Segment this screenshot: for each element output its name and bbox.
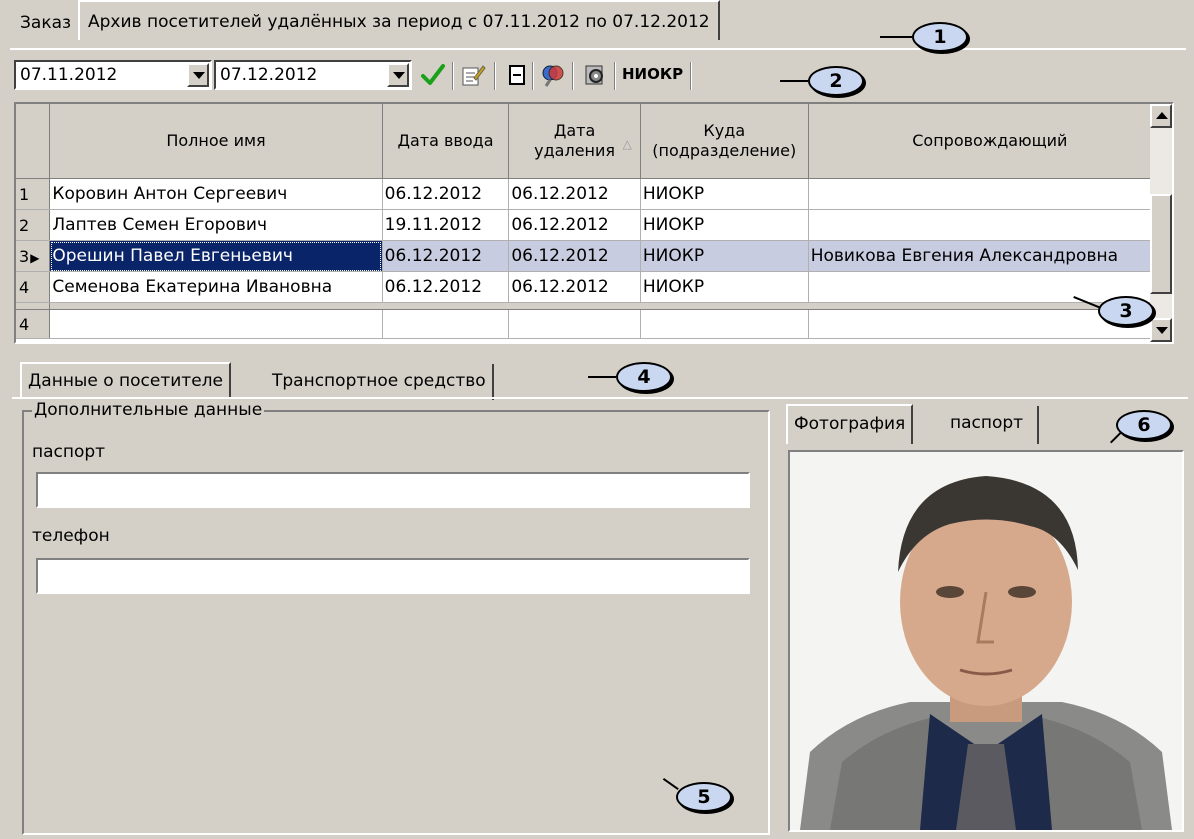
tab-photo[interactable]: Фотография [786, 404, 914, 444]
table-row[interactable]: 1 Коровин Антон Сергеевич 06.12.2012 06.… [16, 178, 1172, 210]
column-header-full-name[interactable]: Полное имя [49, 104, 383, 179]
column-header-entry-date[interactable]: Дата ввода [382, 104, 510, 179]
table-row[interactable]: 4 Семенова Екатерина Ивановна 06.12.2012… [16, 271, 1172, 303]
row-indicator-header [16, 104, 51, 179]
cell-full-name[interactable]: Коровин Антон Сергеевич [49, 178, 383, 210]
cell-escort[interactable] [808, 178, 1172, 210]
column-header-escort[interactable]: Сопровождающий [808, 104, 1172, 179]
cell-department[interactable]: НИОКР [640, 271, 809, 303]
collapse-icon[interactable] [504, 62, 530, 88]
cell-escort[interactable] [808, 209, 1172, 241]
scroll-up-button[interactable] [1150, 104, 1172, 128]
cell-full-name[interactable]: Семенова Екатерина Ивановна [49, 271, 383, 303]
grid-spacer-row [16, 302, 1172, 310]
table-row-selected[interactable]: 3▶ Орешин Павел Евгеньевич 06.12.2012 06… [16, 240, 1172, 272]
row-number: 3▶ [16, 240, 51, 272]
lower-tab-underline [12, 397, 1188, 399]
row-number: 1 [16, 178, 51, 210]
row-number: 4 [16, 271, 51, 303]
phone-field[interactable] [36, 558, 750, 594]
phone-label: телефон [32, 526, 110, 546]
tab-passport-scan[interactable]: паспорт [944, 406, 1040, 444]
current-row-arrow-icon: ▶ [30, 250, 40, 265]
date-from-dropdown-button[interactable] [187, 63, 209, 87]
scroll-thumb[interactable] [1150, 194, 1172, 294]
additional-data-group: Дополнительные данные паспорт телефон [22, 400, 770, 835]
cell-entry-date[interactable]: 06.12.2012 [382, 271, 510, 303]
department-button[interactable]: НИОКР [622, 65, 683, 83]
grid-footer-row: 4 [16, 309, 1172, 339]
search-icon[interactable] [540, 62, 566, 88]
passport-label: паспорт [32, 442, 106, 462]
visitors-grid[interactable]: Полное имя Дата ввода Дата удаления △ Ку… [14, 102, 1174, 344]
tab-vehicle[interactable]: Транспортное средство [266, 364, 494, 400]
toolbar-separator [690, 62, 692, 90]
tab-visitor-archive[interactable]: Архив посетителей удалённых за период с … [78, 0, 720, 40]
column-header-deletion-date[interactable]: Дата удаления △ [508, 104, 641, 179]
date-to-select[interactable]: 07.12.2012 [214, 60, 412, 90]
edit-form-icon[interactable] [460, 62, 486, 88]
apply-check-icon[interactable] [420, 62, 446, 88]
settings-icon[interactable] [582, 62, 608, 88]
table-row[interactable]: 2 Лаптев Семен Егорович 19.11.2012 06.12… [16, 209, 1172, 241]
group-title: Дополнительные данные [32, 400, 265, 420]
cell-deletion-date[interactable]: 06.12.2012 [508, 209, 641, 241]
toolbar-separator [614, 62, 616, 90]
cell-entry-date[interactable]: 06.12.2012 [382, 178, 510, 210]
toolbar-separator [572, 62, 574, 90]
toolbar-separator [532, 62, 534, 90]
date-from-value: 07.11.2012 [20, 65, 118, 85]
top-tab-underline [10, 48, 1186, 50]
toolbar-separator [494, 62, 496, 90]
date-to-value: 07.12.2012 [220, 65, 318, 85]
cell-department[interactable]: НИОКР [640, 178, 809, 210]
row-number: 2 [16, 209, 51, 241]
tab-visitor-data[interactable]: Данные о посетителе [20, 362, 231, 398]
date-from-select[interactable]: 07.11.2012 [14, 60, 212, 90]
date-to-dropdown-button[interactable] [387, 63, 409, 87]
toolbar-separator [452, 62, 454, 90]
row-count: 4 [16, 309, 51, 339]
cell-escort[interactable]: Новикова Евгения Александровна [808, 240, 1172, 272]
passport-field[interactable] [36, 472, 750, 508]
grid-vertical-scrollbar[interactable] [1150, 104, 1172, 342]
sort-ascending-icon: △ [622, 137, 632, 151]
cell-department[interactable]: НИОКР [640, 240, 809, 272]
cell-full-name[interactable]: Лаптев Семен Егорович [49, 209, 383, 241]
column-header-department[interactable]: Куда (подразделение) [640, 104, 809, 179]
cell-full-name[interactable]: Орешин Павел Евгеньевич [49, 240, 383, 272]
top-tab-bar: Заказ Архив посетителей удалённых за пер… [0, 0, 1194, 50]
cell-entry-date[interactable]: 06.12.2012 [382, 240, 510, 272]
cell-deletion-date[interactable]: 06.12.2012 [508, 271, 641, 303]
visitor-photo [790, 452, 1182, 830]
visitor-photo-frame [788, 450, 1184, 832]
cell-entry-date[interactable]: 19.11.2012 [382, 209, 510, 241]
cell-deletion-date[interactable]: 06.12.2012 [508, 178, 641, 210]
cell-deletion-date[interactable]: 06.12.2012 [508, 240, 641, 272]
cell-department[interactable]: НИОКР [640, 209, 809, 241]
scroll-down-button[interactable] [1150, 318, 1172, 342]
column-header-deletion-date-label: Дата удаления [534, 121, 616, 160]
tab-order[interactable]: Заказ [12, 4, 79, 40]
